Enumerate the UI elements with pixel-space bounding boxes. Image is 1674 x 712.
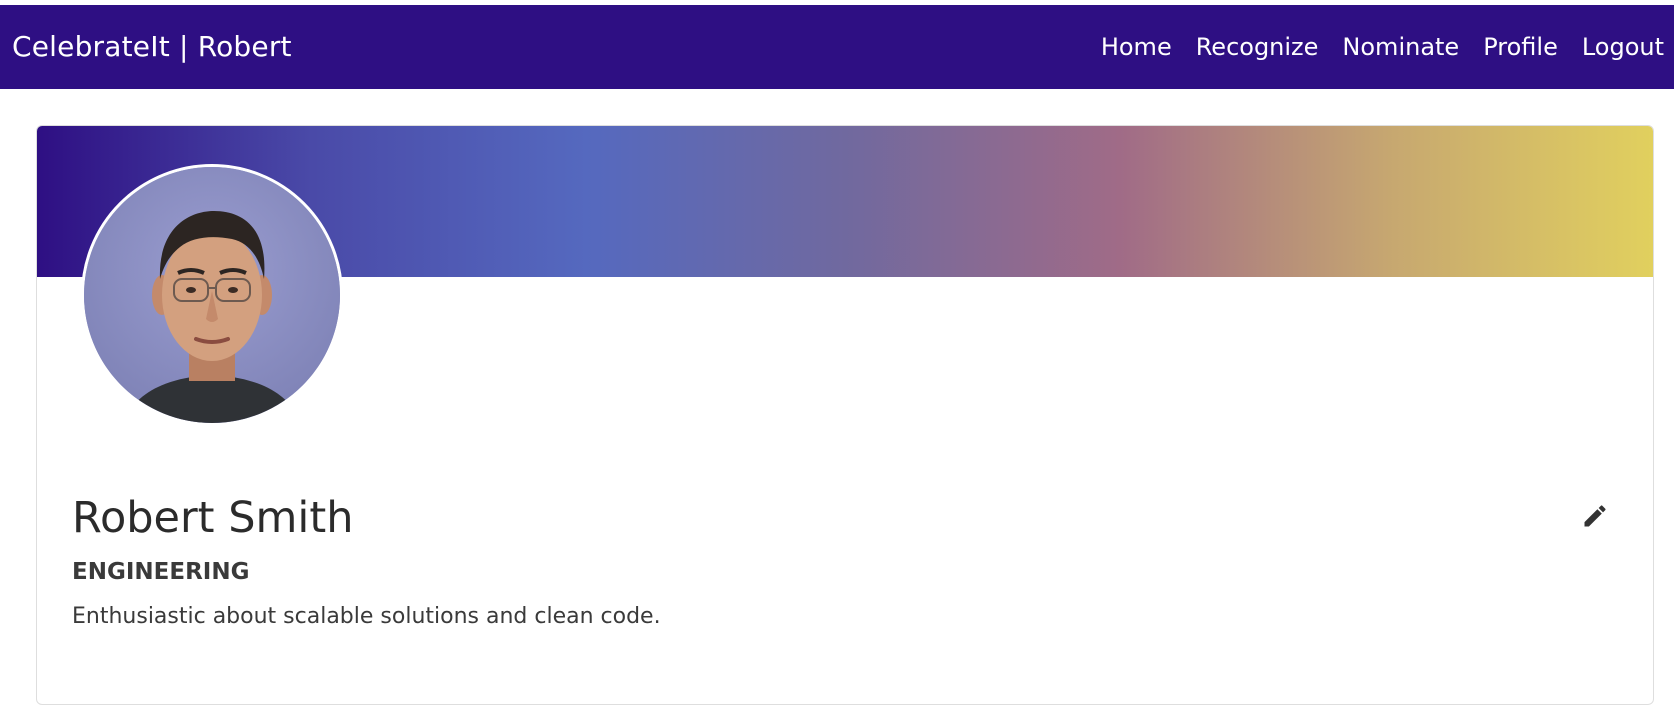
edit-profile-button[interactable] [1577,498,1613,534]
pencil-icon [1584,505,1606,527]
brand-link[interactable]: CelebrateIt | Robert [12,29,292,65]
profile-card: Robert Smith ENGINEERING Enthusiastic ab… [36,125,1654,705]
profile-bio: Enthusiastic about scalable solutions an… [72,604,661,629]
profile-avatar [81,164,343,426]
avatar-photo [84,167,340,423]
nav-logout-link[interactable]: Logout [1582,31,1664,63]
nav-nominate-link[interactable]: Nominate [1342,31,1459,63]
nav-links: Home Recognize Nominate Profile Logout [1101,31,1664,63]
profile-department: ENGINEERING [72,559,250,585]
nav-home-link[interactable]: Home [1101,31,1172,63]
profile-name: Robert Smith [72,493,354,543]
nav-profile-link[interactable]: Profile [1483,31,1558,63]
nav-recognize-link[interactable]: Recognize [1196,31,1319,63]
navbar: CelebrateIt | Robert Home Recognize Nomi… [0,5,1674,89]
